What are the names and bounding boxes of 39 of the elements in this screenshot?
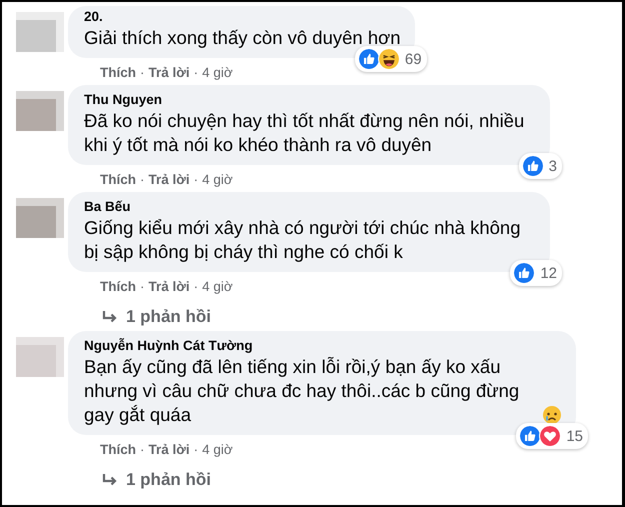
action-link[interactable]: Trả lời [148,442,190,456]
timestamp[interactable]: 4 giờ [202,172,233,186]
replies-link[interactable]: 1 phản hồi [102,307,622,327]
action-link[interactable]: Thích [100,172,136,186]
separator-dot: · [140,442,144,456]
replies-link[interactable]: 1 phản hồi [102,470,622,490]
separator-dot: · [194,278,198,294]
commenter-name[interactable]: Nguyễn Huỳnh Cát Tường [84,337,562,355]
reaction-summary[interactable]: 69 [354,46,427,72]
action-link[interactable]: Thích [100,64,136,80]
separator-dot: · [194,442,198,456]
separator-dot: · [194,172,198,186]
thumbs-up-icon [522,155,544,177]
timestamp[interactable]: 4 giờ [202,64,233,80]
reply-arrow-icon [102,473,118,487]
timestamp[interactable]: 4 giờ [202,278,233,294]
separator-dot: · [140,278,144,294]
commenter-name[interactable]: 20. [84,8,401,26]
commenter-name[interactable]: Ba Bếu [84,198,536,216]
action-link[interactable]: Trả lời [148,278,190,294]
action-link[interactable]: Thích [100,442,136,456]
sad-face-icon [542,405,562,425]
heart-icon [539,425,562,447]
separator-dot: · [140,172,144,186]
action-link[interactable]: Thích [100,278,136,294]
thumbs-up-icon [519,425,542,447]
reaction-summary[interactable]: 12 [510,260,562,286]
commenter-name[interactable]: Thu Nguyen [84,91,536,109]
action-link[interactable]: Trả lời [148,172,190,186]
thumbs-up-icon [513,262,536,284]
separator-dot: · [194,64,198,80]
separator-dot: · [140,64,144,80]
laughing-face-icon [378,48,400,70]
action-link[interactable]: Trả lời [148,64,190,80]
timestamp[interactable]: 4 giờ [202,442,233,456]
reaction-summary[interactable]: 3 [518,153,562,179]
reply-arrow-icon [102,310,118,324]
thumbs-up-icon [358,48,380,70]
reaction-summary[interactable]: 15 [516,423,588,449]
